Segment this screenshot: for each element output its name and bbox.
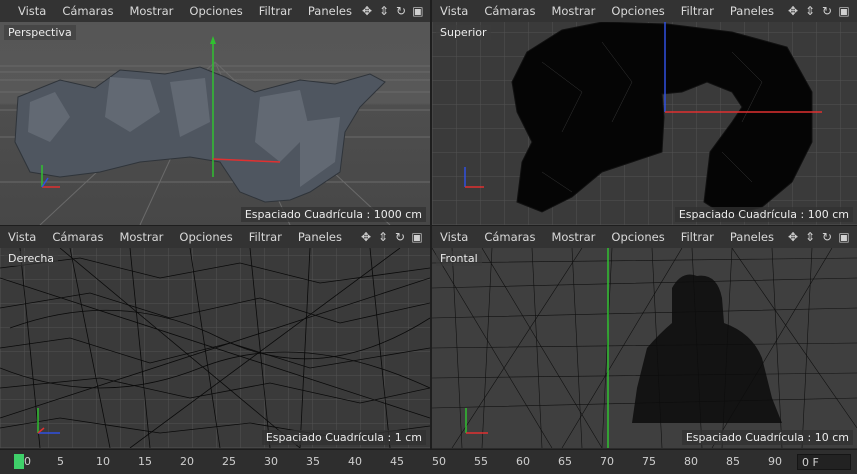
menu-vista[interactable]: Vista: [432, 4, 476, 18]
viewport-menubar: Vista Cámaras Mostrar Opciones Filtrar P…: [0, 226, 430, 248]
viewport-divider-horizontal[interactable]: [0, 225, 857, 226]
tick-label: 45: [390, 455, 404, 468]
tick-label: 75: [642, 455, 656, 468]
viewport-canvas[interactable]: Frontal Espaciado Cuadrícula : 10 cm: [432, 248, 857, 448]
tick-label: 15: [138, 455, 152, 468]
front-scene: [432, 248, 857, 448]
menu-mostrar[interactable]: Mostrar: [543, 230, 603, 244]
tick-label: 85: [726, 455, 740, 468]
menu-camaras[interactable]: Cámaras: [54, 4, 121, 18]
tick-label: 80: [684, 455, 698, 468]
viewport-label: Superior: [436, 25, 491, 40]
viewport-top[interactable]: Vista Cámaras Mostrar Opciones Filtrar P…: [432, 0, 857, 225]
menu-opciones[interactable]: Opciones: [603, 230, 672, 244]
viewport-canvas[interactable]: Derecha Espaciado Cuadrícula : 1 cm: [0, 248, 430, 448]
zoom-icon[interactable]: ⇕: [376, 230, 390, 244]
viewport-menubar: Vista Cámaras Mostrar Opciones Filtrar P…: [0, 0, 430, 22]
menu-mostrar[interactable]: Mostrar: [121, 4, 181, 18]
tick-label: 0: [24, 455, 31, 468]
menu-filtrar[interactable]: Filtrar: [673, 230, 722, 244]
top-scene: [464, 22, 822, 218]
menu-paneles[interactable]: Paneles: [722, 4, 782, 18]
tick-label: 60: [516, 455, 530, 468]
scan-mesh-top: [511, 22, 813, 218]
move-icon[interactable]: ✥: [360, 4, 374, 18]
rotate-icon[interactable]: ↻: [394, 4, 408, 18]
grid-spacing-label: Espaciado Cuadrícula : 100 cm: [674, 207, 853, 222]
rotate-icon[interactable]: ↻: [820, 230, 834, 244]
menu-filtrar[interactable]: Filtrar: [673, 4, 722, 18]
viewport-menubar: Vista Cámaras Mostrar Opciones Filtrar P…: [432, 0, 857, 22]
tick-label: 5: [57, 455, 64, 468]
menu-camaras[interactable]: Cámaras: [476, 230, 543, 244]
viewport-menubar: Vista Cámaras Mostrar Opciones Filtrar P…: [432, 226, 857, 248]
zoom-icon[interactable]: ⇕: [803, 4, 817, 18]
zoom-icon[interactable]: ⇕: [803, 230, 817, 244]
menu-mostrar[interactable]: Mostrar: [111, 230, 171, 244]
grid-spacing-label: Espaciado Cuadrícula : 1 cm: [261, 430, 426, 445]
grid-spacing-label: Espaciado Cuadrícula : 1000 cm: [240, 207, 426, 222]
tick-label: 90: [768, 455, 782, 468]
move-icon[interactable]: ✥: [786, 4, 800, 18]
menu-paneles[interactable]: Paneles: [722, 230, 782, 244]
rotate-icon[interactable]: ↻: [820, 4, 834, 18]
menu-paneles[interactable]: Paneles: [290, 230, 350, 244]
viewport-canvas[interactable]: Perspectiva Espaciado Cuadrícula : 1000 …: [0, 22, 430, 225]
menu-vista[interactable]: Vista: [432, 230, 476, 244]
viewport-right[interactable]: Vista Cámaras Mostrar Opciones Filtrar P…: [0, 226, 430, 448]
maximize-icon[interactable]: ▣: [411, 4, 425, 18]
maximize-icon[interactable]: ▣: [837, 4, 851, 18]
move-icon[interactable]: ✥: [359, 230, 373, 244]
rotate-icon[interactable]: ↻: [393, 230, 407, 244]
tick-label: 20: [180, 455, 194, 468]
move-icon[interactable]: ✥: [786, 230, 800, 244]
menu-filtrar[interactable]: Filtrar: [251, 4, 300, 18]
axis-gizmo: [37, 408, 60, 434]
menu-camaras[interactable]: Cámaras: [44, 230, 111, 244]
timeline[interactable]: 0 5 10 15 20 25 30 35 40 45 50 55 60 65 …: [0, 449, 857, 474]
timeline-ruler[interactable]: 0 5 10 15 20 25 30 35 40 45 50 55 60 65 …: [14, 453, 786, 471]
viewport-perspective[interactable]: Vista Cámaras Mostrar Opciones Filtrar P…: [0, 0, 430, 225]
menu-vista[interactable]: Vista: [0, 230, 44, 244]
tick-label: 35: [306, 455, 320, 468]
tick-label: 40: [348, 455, 362, 468]
menu-opciones[interactable]: Opciones: [603, 4, 672, 18]
right-scene: [0, 248, 430, 448]
menu-filtrar[interactable]: Filtrar: [241, 230, 290, 244]
zoom-icon[interactable]: ⇕: [377, 4, 391, 18]
tick-label: 30: [264, 455, 278, 468]
tick-label: 50: [432, 455, 446, 468]
viewport-front[interactable]: Vista Cámaras Mostrar Opciones Filtrar P…: [432, 226, 857, 448]
tick-label: 10: [96, 455, 110, 468]
current-frame-field[interactable]: 0 F: [797, 454, 851, 470]
menu-camaras[interactable]: Cámaras: [476, 4, 543, 18]
tick-label: 65: [558, 455, 572, 468]
grid-spacing-label: Espaciado Cuadrícula : 10 cm: [681, 430, 853, 445]
axis-gizmo: [464, 167, 484, 188]
perspective-scene: [0, 36, 430, 225]
menu-opciones[interactable]: Opciones: [181, 4, 250, 18]
menu-opciones[interactable]: Opciones: [171, 230, 240, 244]
maximize-icon[interactable]: ▣: [837, 230, 851, 244]
viewport-canvas[interactable]: Superior Espaciado Cuadrícula : 100 cm: [432, 22, 857, 225]
tick-label: 55: [474, 455, 488, 468]
viewport-label: Derecha: [4, 251, 59, 266]
menu-vista[interactable]: Vista: [14, 4, 54, 18]
tick-label: 25: [222, 455, 236, 468]
timeline-cursor[interactable]: [14, 454, 24, 469]
viewport-label: Frontal: [436, 251, 482, 266]
wireframe-right: [0, 248, 430, 448]
viewport-label: Perspectiva: [4, 25, 76, 40]
tick-label: 70: [600, 455, 614, 468]
maximize-icon[interactable]: ▣: [410, 230, 424, 244]
menu-paneles[interactable]: Paneles: [300, 4, 360, 18]
menu-mostrar[interactable]: Mostrar: [543, 4, 603, 18]
